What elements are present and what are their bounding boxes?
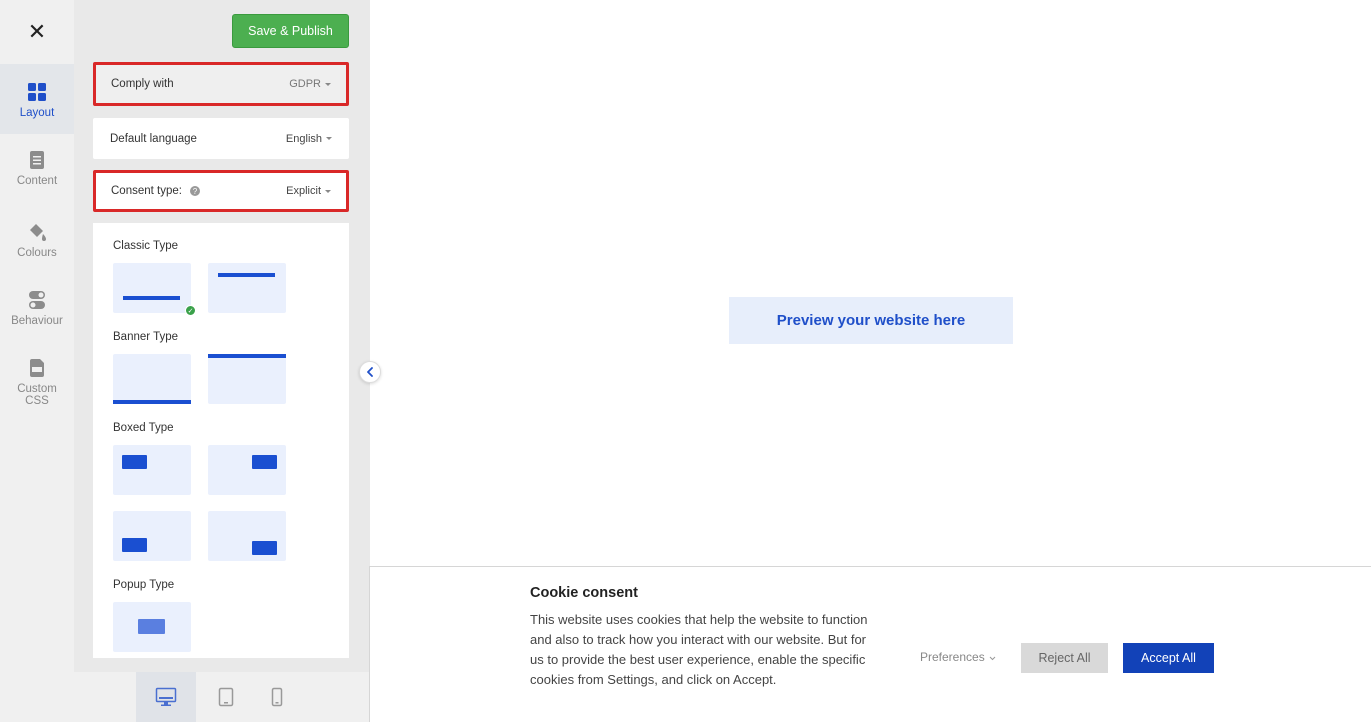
- rail-item-label: Behaviour: [11, 315, 63, 327]
- preview-placeholder: Preview your website here: [729, 297, 1013, 344]
- chevron-down-icon: [989, 656, 996, 661]
- desktop-preview-button[interactable]: [136, 672, 196, 722]
- comply-with-row: Comply with GDPR: [93, 62, 349, 106]
- device-preview-bar: [74, 672, 370, 722]
- layout-option-popup[interactable]: [113, 602, 191, 652]
- preferences-label: Preferences: [920, 650, 985, 664]
- default-language-row: Default language English: [93, 118, 349, 159]
- desktop-icon: [155, 687, 177, 706]
- boxed-type-heading: Boxed Type: [113, 422, 174, 434]
- classic-type-heading: Classic Type: [113, 240, 178, 252]
- layout-settings-panel: Save & Publish Comply with GDPR Default …: [74, 0, 370, 672]
- default-language-value: English: [285, 132, 322, 145]
- comply-with-label: Comply with: [111, 78, 174, 90]
- cookie-consent-text: This website uses cookies that help the …: [530, 612, 868, 687]
- default-language-label: Default language: [110, 132, 197, 145]
- consent-type-dropdown[interactable]: Explicit: [286, 185, 331, 197]
- settings-rail: ✕ Layout Content Colours Behaviour Custo…: [0, 0, 74, 722]
- rail-item-colours[interactable]: Colours: [0, 222, 74, 259]
- help-icon[interactable]: ?: [189, 186, 200, 196]
- consent-type-value: Explicit: [286, 185, 321, 197]
- caret-down-icon: [325, 189, 331, 193]
- layout-option-boxed-top-left[interactable]: [113, 445, 191, 495]
- css-file-icon: [30, 359, 44, 377]
- comply-with-value: GDPR: [289, 78, 321, 90]
- reject-all-button[interactable]: Reject All: [1021, 643, 1108, 673]
- popup-type-heading: Popup Type: [113, 579, 175, 591]
- banner-type-heading: Banner Type: [113, 331, 179, 343]
- layout-option-boxed-top-right[interactable]: [208, 445, 286, 495]
- tablet-icon: [218, 687, 234, 707]
- collapse-panel-button[interactable]: [359, 361, 381, 383]
- document-icon: [30, 151, 44, 169]
- selected-check-icon: ✓: [185, 305, 196, 316]
- rail-item-label: Colours: [17, 247, 57, 259]
- rail-item-label: Custom CSS: [17, 383, 57, 407]
- layout-option-classic-bottom[interactable]: ✓: [113, 263, 196, 316]
- layout-option-banner-top[interactable]: [208, 354, 286, 404]
- caret-down-icon: [325, 82, 331, 86]
- toggle-icon: [29, 291, 45, 309]
- rail-item-label: Layout: [19, 107, 55, 119]
- accept-all-button[interactable]: Accept All: [1123, 643, 1214, 673]
- close-button[interactable]: ✕: [0, 0, 74, 64]
- mobile-icon: [271, 687, 283, 707]
- consent-type-label: Consent type:: [111, 185, 182, 197]
- caret-down-icon: [326, 137, 332, 140]
- layout-option-boxed-bottom-right[interactable]: [208, 511, 286, 561]
- cookie-consent-banner: Cookie consent This website uses cookies…: [369, 566, 1371, 722]
- cookie-consent-title: Cookie consent: [530, 585, 638, 601]
- preferences-button[interactable]: Preferences: [920, 650, 996, 664]
- layout-type-list: Classic Type ✓ Banner Type Boxed Type Po…: [93, 223, 349, 658]
- rail-item-content[interactable]: Content: [0, 150, 74, 187]
- comply-with-dropdown[interactable]: GDPR: [289, 78, 331, 90]
- close-icon: ✕: [27, 19, 47, 44]
- rail-item-layout[interactable]: Layout: [0, 64, 74, 134]
- layout-grid-icon: [28, 83, 46, 101]
- layout-option-classic-top[interactable]: [208, 263, 286, 313]
- consent-type-row: Consent type: ? Explicit: [93, 170, 349, 212]
- rail-item-behaviour[interactable]: Behaviour: [0, 290, 74, 327]
- layout-option-banner-bottom[interactable]: [113, 354, 191, 404]
- paint-bucket-icon: [30, 224, 46, 241]
- save-publish-button[interactable]: Save & Publish: [232, 14, 349, 48]
- chevron-left-icon: [367, 367, 373, 377]
- layout-option-boxed-bottom-left[interactable]: [113, 511, 191, 561]
- rail-item-label: Content: [16, 175, 58, 187]
- mobile-preview-button[interactable]: [247, 672, 307, 722]
- default-language-dropdown[interactable]: English: [286, 133, 332, 145]
- rail-item-custom-css[interactable]: Custom CSS: [0, 358, 74, 407]
